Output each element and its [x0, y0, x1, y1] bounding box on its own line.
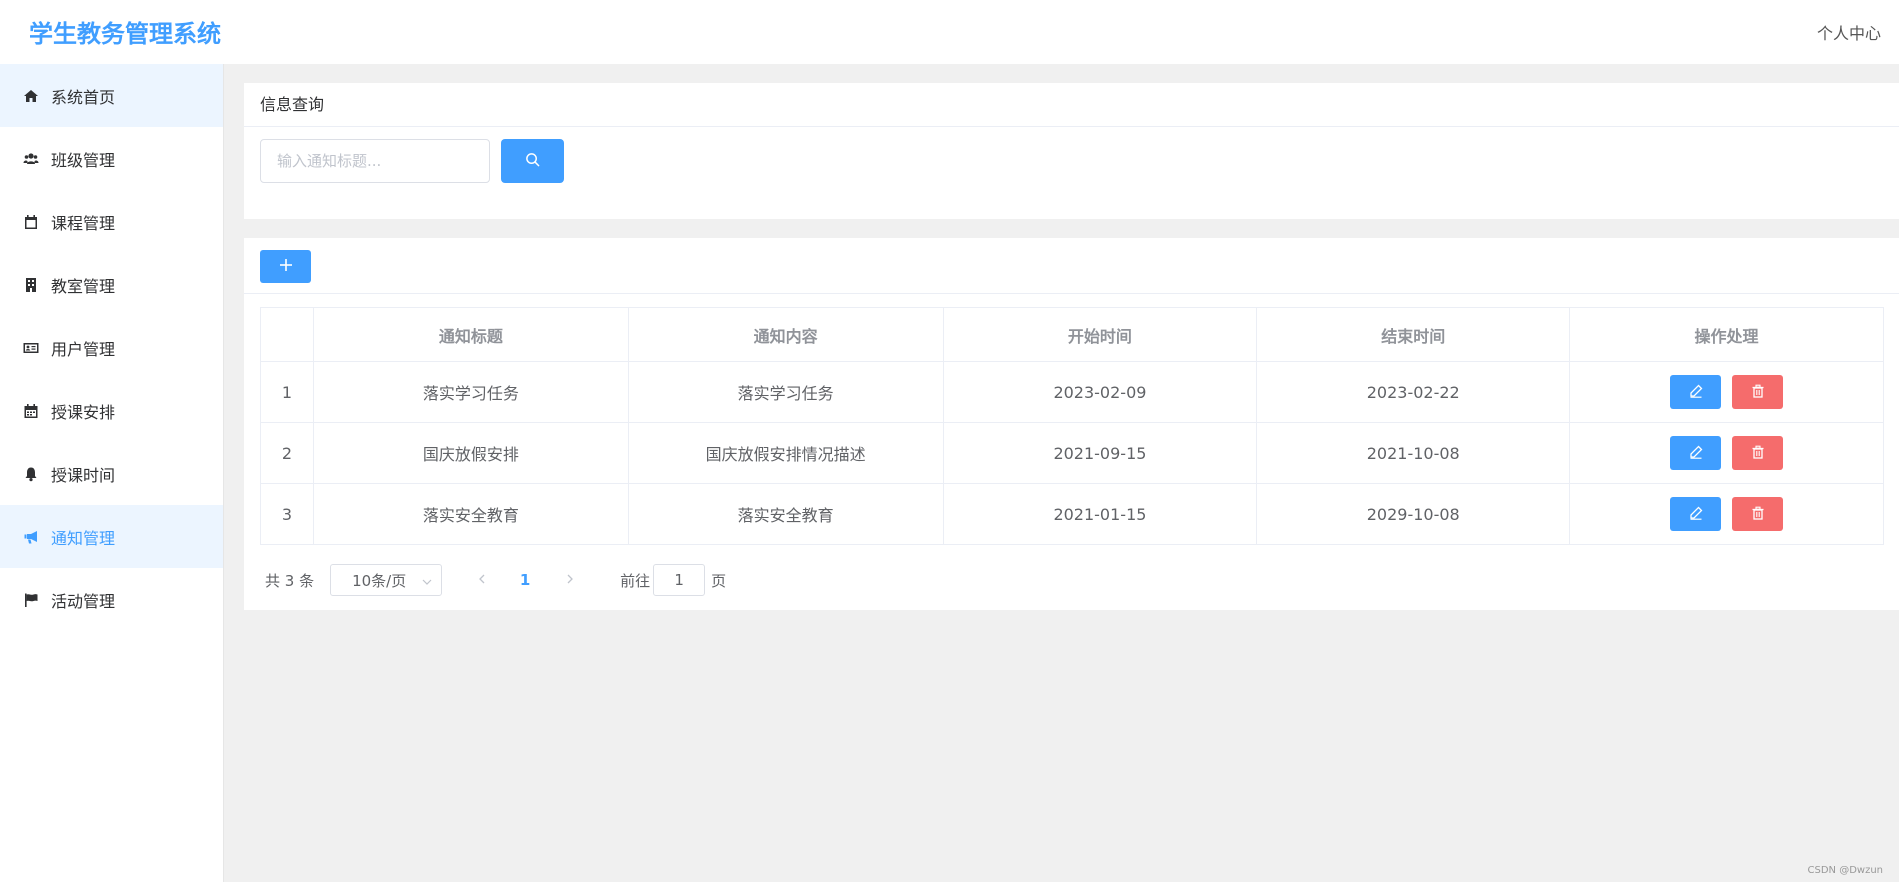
sidebar-item-label: 授课安排	[51, 402, 116, 422]
edit-icon	[1689, 506, 1703, 523]
plus-icon	[279, 258, 293, 275]
delete-button[interactable]	[1732, 436, 1784, 470]
pagination-total: 共 3 条	[265, 571, 315, 590]
sidebar: 系统首页 班级管理 课程管理 教室管理 用户管理 授课安排 授课时间 通知管理 …	[0, 64, 224, 882]
search-button[interactable]	[501, 139, 564, 183]
chevron-left-icon	[476, 571, 488, 589]
sidebar-item-label: 教室管理	[51, 276, 116, 296]
table-row: 3 落实安全教育 落实安全教育 2021-01-15 2029-10-08	[260, 483, 1884, 545]
page-suffix-label: 页	[711, 571, 727, 590]
column-header-end: 结束时间	[1256, 307, 1571, 362]
users-icon	[22, 151, 40, 167]
watermark: CSDN @Dwzun	[1807, 865, 1884, 876]
current-page[interactable]: 1	[515, 571, 535, 589]
next-page-button[interactable]	[555, 564, 585, 596]
sidebar-item-user[interactable]: 用户管理	[0, 316, 223, 379]
cell-end: 2029-10-08	[1256, 483, 1571, 545]
sidebar-item-schedule[interactable]: 授课安排	[0, 379, 223, 442]
search-card: 信息查询	[244, 83, 1899, 219]
cell-actions	[1569, 422, 1884, 484]
cell-title: 落实学习任务	[312, 361, 629, 423]
search-card-title: 信息查询	[244, 83, 1899, 127]
trash-icon	[1751, 506, 1765, 523]
cell-title: 国庆放假安排	[312, 422, 629, 484]
edit-button[interactable]	[1670, 497, 1722, 531]
table-header-row: 通知标题 通知内容 开始时间 结束时间 操作处理	[260, 307, 1884, 362]
building-icon	[22, 277, 40, 293]
cell-index: 3	[260, 483, 314, 545]
column-header-actions: 操作处理	[1569, 307, 1884, 362]
page-size-value: 10条/页	[352, 571, 407, 590]
list-card: 通知标题 通知内容 开始时间 结束时间 操作处理 1 落实学习任务 落实学习任务…	[244, 238, 1899, 610]
column-header-index	[260, 307, 314, 362]
goto-page-input[interactable]	[653, 564, 706, 596]
bell-icon	[22, 466, 40, 482]
sidebar-item-time[interactable]: 授课时间	[0, 442, 223, 505]
sidebar-item-class[interactable]: 班级管理	[0, 127, 223, 190]
sidebar-item-label: 授课时间	[51, 465, 116, 485]
cell-title: 落实安全教育	[312, 483, 629, 545]
sidebar-item-activity[interactable]: 活动管理	[0, 568, 223, 631]
cell-end: 2021-10-08	[1256, 422, 1571, 484]
prev-page-button[interactable]	[467, 564, 497, 596]
goto-label: 前往	[620, 571, 651, 590]
cell-actions	[1569, 483, 1884, 545]
cell-start: 2023-02-09	[942, 361, 1258, 423]
calendar-icon	[22, 214, 40, 230]
column-header-content: 通知内容	[627, 307, 944, 362]
sidebar-item-home[interactable]: 系统首页	[0, 64, 223, 127]
edit-icon	[1689, 445, 1703, 462]
cell-content: 落实学习任务	[627, 361, 944, 423]
trash-icon	[1751, 384, 1765, 401]
bullhorn-icon	[22, 529, 40, 545]
add-button[interactable]	[260, 250, 311, 283]
edit-button[interactable]	[1670, 436, 1722, 470]
sidebar-item-label: 通知管理	[51, 528, 116, 548]
sidebar-item-label: 课程管理	[51, 213, 116, 233]
cell-content: 落实安全教育	[627, 483, 944, 545]
user-center-link[interactable]: 个人中心	[1817, 20, 1881, 44]
cell-content: 国庆放假安排情况描述	[627, 422, 944, 484]
table-row: 1 落实学习任务 落实学习任务 2023-02-09 2023-02-22	[260, 361, 1884, 423]
sidebar-item-course[interactable]: 课程管理	[0, 190, 223, 253]
sidebar-item-notice[interactable]: 通知管理	[0, 505, 223, 568]
top-header: 学生教务管理系统 个人中心	[0, 0, 1899, 64]
cell-end: 2023-02-22	[1256, 361, 1571, 423]
edit-icon	[1689, 384, 1703, 401]
trash-icon	[1751, 445, 1765, 462]
pagination: 共 3 条 10条/页 1 前往 页	[260, 564, 726, 596]
delete-button[interactable]	[1732, 375, 1784, 409]
flag-icon	[22, 592, 40, 608]
sidebar-item-classroom[interactable]: 教室管理	[0, 253, 223, 316]
list-card-toolbar	[244, 238, 1899, 294]
chevron-right-icon	[564, 571, 576, 589]
app-title: 学生教务管理系统	[29, 20, 221, 48]
sidebar-item-label: 系统首页	[51, 87, 116, 107]
cell-start: 2021-09-15	[942, 422, 1258, 484]
id-card-icon	[22, 340, 40, 356]
sidebar-item-label: 用户管理	[51, 339, 116, 359]
notice-table: 通知标题 通知内容 开始时间 结束时间 操作处理 1 落实学习任务 落实学习任务…	[260, 307, 1884, 545]
table-row: 2 国庆放假安排 国庆放假安排情况描述 2021-09-15 2021-10-0…	[260, 422, 1884, 484]
home-icon	[22, 88, 40, 104]
column-header-title: 通知标题	[312, 307, 629, 362]
column-header-start: 开始时间	[942, 307, 1258, 362]
delete-button[interactable]	[1732, 497, 1784, 531]
cell-index: 1	[260, 361, 314, 423]
cell-actions	[1569, 361, 1884, 423]
page-size-select[interactable]: 10条/页	[330, 564, 443, 596]
calendar-schedule-icon	[22, 403, 40, 419]
sidebar-item-label: 活动管理	[51, 591, 116, 611]
sidebar-item-label: 班级管理	[51, 150, 116, 170]
edit-button[interactable]	[1670, 375, 1722, 409]
search-input[interactable]	[260, 139, 490, 183]
cell-index: 2	[260, 422, 314, 484]
search-icon	[525, 152, 540, 170]
cell-start: 2021-01-15	[942, 483, 1258, 545]
chevron-down-icon	[421, 574, 433, 592]
